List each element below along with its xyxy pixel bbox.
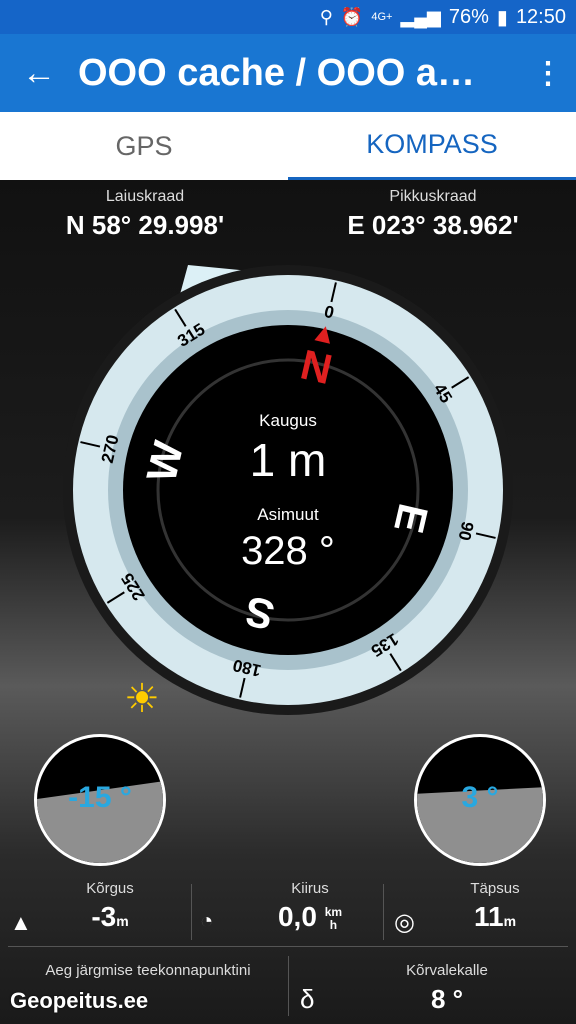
- deviation-value: 8 °: [430, 984, 464, 1014]
- distance-value: 1 m: [250, 434, 327, 486]
- alarm-icon: ⏰: [340, 6, 364, 27]
- latitude-label: Laiuskraad: [105, 188, 185, 205]
- mountain-icon: ▲: [10, 910, 32, 935]
- incline-right-value: 3 °: [461, 781, 499, 814]
- latitude-value: N 58° 29.998': [65, 210, 225, 240]
- speed-unit-bottom: h: [329, 917, 338, 932]
- status-bar: ⚲ ⏰ 4G+ ▂▄▆ 76% ▮ 12:50: [0, 0, 576, 34]
- next-waypoint-label: Aeg järgmise teekonnapunktini: [45, 962, 251, 979]
- target-icon: ◎: [394, 909, 415, 936]
- tab-bar: GPS KOMPASS: [0, 112, 576, 180]
- logo: Geopeitus.ee: [10, 988, 149, 1013]
- speed-unit-top: km: [324, 904, 343, 919]
- altitude-value: -3: [91, 901, 117, 932]
- app-bar: ← OOO cache / OOO a… ⋮: [0, 34, 576, 112]
- back-arrow-icon[interactable]: ←: [0, 54, 78, 93]
- clock: 12:50: [515, 5, 566, 28]
- lte-icon: 4G+: [371, 11, 393, 23]
- distance-label: Kaugus: [259, 411, 317, 430]
- latitude-block: Laiuskraad N 58° 29.998': [30, 188, 260, 241]
- incline-left-value: -15 °: [68, 781, 132, 814]
- battery-percent: 76%: [448, 5, 489, 28]
- page-title: OOO cache / OOO a…: [78, 51, 476, 94]
- sun-icon: ☀: [124, 677, 160, 721]
- bottom-divider: [288, 956, 289, 1016]
- altitude-unit: m: [116, 913, 129, 929]
- stat-divider: [383, 884, 384, 940]
- signal-icon: ▂▄▆: [400, 6, 441, 27]
- stats-row: ▲ Kõrgus -3m ◔ Kiirus 0,0 km h ◎ Täpsus …: [0, 880, 576, 940]
- speedometer-icon: ◔: [200, 908, 214, 933]
- location-icon: ⚲: [319, 6, 333, 27]
- azimuth-value: 328 °: [241, 529, 335, 573]
- delta-icon: δ: [300, 984, 315, 1014]
- compass-face: [123, 325, 453, 655]
- accuracy-stat: Täpsus 11m: [440, 880, 550, 933]
- incline-left: -15 °: [34, 734, 166, 866]
- longitude-block: Pikkuskraad E 023° 38.962': [318, 188, 548, 241]
- stat-divider: [191, 884, 192, 940]
- tab-kompass[interactable]: KOMPASS: [288, 112, 576, 180]
- longitude-label: Pikkuskraad: [389, 188, 477, 205]
- battery-icon: ▮: [496, 6, 508, 29]
- altitude-stat: Kõrgus -3m: [60, 880, 160, 933]
- deviation-label: Kõrvalekalle: [406, 962, 488, 979]
- speed-stat: Kiirus 0,0 km h: [250, 880, 370, 933]
- accuracy-unit: m: [503, 913, 517, 929]
- altitude-label: Kõrgus: [86, 880, 134, 897]
- compass-dial[interactable]: 0 45 90 135 180 225 270 315 N E S W Kaug…: [48, 250, 528, 730]
- more-options-icon[interactable]: ⋮: [520, 56, 576, 91]
- accuracy-value: 11: [473, 901, 504, 932]
- incline-right: 3 °: [414, 734, 546, 866]
- row-divider: [8, 946, 568, 947]
- speed-value: 0,0: [277, 901, 317, 932]
- longitude-value: E 023° 38.962': [347, 210, 519, 240]
- speed-label: Kiirus: [291, 880, 329, 897]
- accuracy-label: Täpsus: [470, 880, 520, 897]
- azimuth-label: Asimuut: [257, 505, 319, 524]
- tab-gps[interactable]: GPS: [0, 112, 288, 180]
